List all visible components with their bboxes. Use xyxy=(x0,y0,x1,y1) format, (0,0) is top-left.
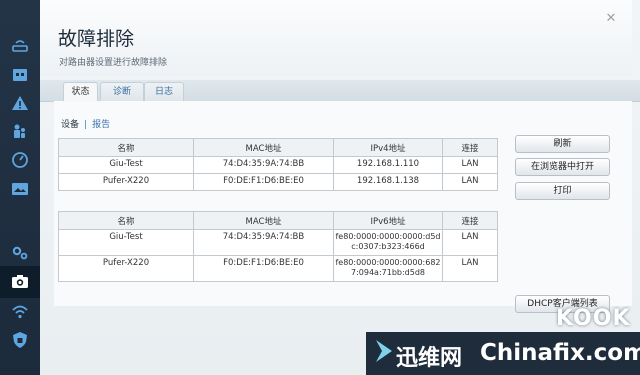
cell-connection: LAN xyxy=(442,229,498,256)
camera-icon[interactable] xyxy=(8,272,32,292)
wifi-icon[interactable] xyxy=(8,302,32,322)
col-name: 名称 xyxy=(58,138,194,157)
ipv6-device-table: 名称 MAC地址 IPv6地址 连接 Giu-Test 74:D4:35:9A:… xyxy=(58,211,498,282)
warning-icon[interactable] xyxy=(8,93,32,113)
cell-connection: LAN xyxy=(442,255,498,282)
col-mac: MAC地址 xyxy=(193,211,334,230)
devices-link[interactable]: 设备 xyxy=(61,120,79,130)
close-icon[interactable]: ✕ xyxy=(604,12,618,26)
watermark-logo: KOOK xyxy=(556,306,631,331)
watermark-cn-text: 迅维网 xyxy=(396,346,463,371)
cell-name: Giu-Test xyxy=(58,156,194,174)
col-ipv6: IPv6地址 xyxy=(333,211,443,230)
cell-mac: 74:D4:35:9A:74:BB xyxy=(193,229,334,256)
table-row[interactable]: Pufer-X220 F0:DE:F1:D6:BE:E0 192.168.1.1… xyxy=(58,173,498,191)
cell-connection: LAN xyxy=(442,173,498,191)
report-link[interactable]: 报告 xyxy=(92,120,110,130)
tab-diagnostics[interactable]: 诊断 xyxy=(100,82,144,101)
table-header-row: 名称 MAC地址 IPv4地址 连接 xyxy=(58,138,498,157)
col-connection: 连接 xyxy=(442,211,498,230)
open-in-browser-button[interactable]: 在浏览器中打开 xyxy=(515,158,610,176)
table-header-row: 名称 MAC地址 IPv6地址 连接 xyxy=(58,211,498,230)
page-subtitle: 对路由器设置进行故障排除 xyxy=(59,58,168,68)
cell-name: Pufer-X220 xyxy=(58,173,194,191)
col-mac: MAC地址 xyxy=(193,138,334,157)
tab-status[interactable]: 状态 xyxy=(63,82,98,102)
page-title: 故障排除 xyxy=(58,28,135,50)
cell-ip: 192.168.1.138 xyxy=(333,173,443,191)
col-ipv4: IPv4地址 xyxy=(333,138,443,157)
cell-ip: 192.168.1.110 xyxy=(333,156,443,174)
settings-icon[interactable] xyxy=(8,243,32,263)
tab-logs[interactable]: 日志 xyxy=(144,82,184,101)
watermark-arrow-icon xyxy=(376,340,392,362)
router-icon[interactable] xyxy=(8,36,32,56)
gauge-icon[interactable] xyxy=(8,150,32,170)
col-connection: 连接 xyxy=(442,138,498,157)
table-row[interactable]: Pufer-X220 F0:DE:F1:D6:BE:E0 fe80:0000:0… xyxy=(58,255,498,282)
cell-name: Giu-Test xyxy=(58,229,194,256)
ipv4-device-table: 名称 MAC地址 IPv4地址 连接 Giu-Test 74:D4:35:9A:… xyxy=(58,138,498,191)
cell-name: Pufer-X220 xyxy=(58,255,194,282)
watermark-en-text: Chinafix.com xyxy=(480,340,640,366)
link-separator: | xyxy=(84,120,88,130)
col-name: 名称 xyxy=(58,211,194,230)
cell-ip: fe80:0000:0000:0000:d5dc:0307:b323:466d xyxy=(333,229,443,256)
refresh-button[interactable]: 刷新 xyxy=(515,135,610,153)
table-row[interactable]: Giu-Test 74:D4:35:9A:74:BB 192.168.1.110… xyxy=(58,156,498,174)
shield-icon[interactable] xyxy=(8,330,32,350)
cell-ip: fe80:0000:0000:0000:6827:094a:71bb:d5d8 xyxy=(333,255,443,282)
cell-mac: 74:D4:35:9A:74:BB xyxy=(193,156,334,174)
cell-mac: F0:DE:F1:D6:BE:E0 xyxy=(193,173,334,191)
cell-mac: F0:DE:F1:D6:BE:E0 xyxy=(193,255,334,282)
cell-connection: LAN xyxy=(442,156,498,174)
media-icon[interactable] xyxy=(8,179,32,199)
calendar-icon[interactable] xyxy=(8,64,32,84)
table-row[interactable]: Giu-Test 74:D4:35:9A:74:BB fe80:0000:000… xyxy=(58,229,498,256)
print-button[interactable]: 打印 xyxy=(515,182,610,200)
parental-icon[interactable] xyxy=(8,121,32,141)
view-links: 设备 | 报告 xyxy=(61,117,110,130)
